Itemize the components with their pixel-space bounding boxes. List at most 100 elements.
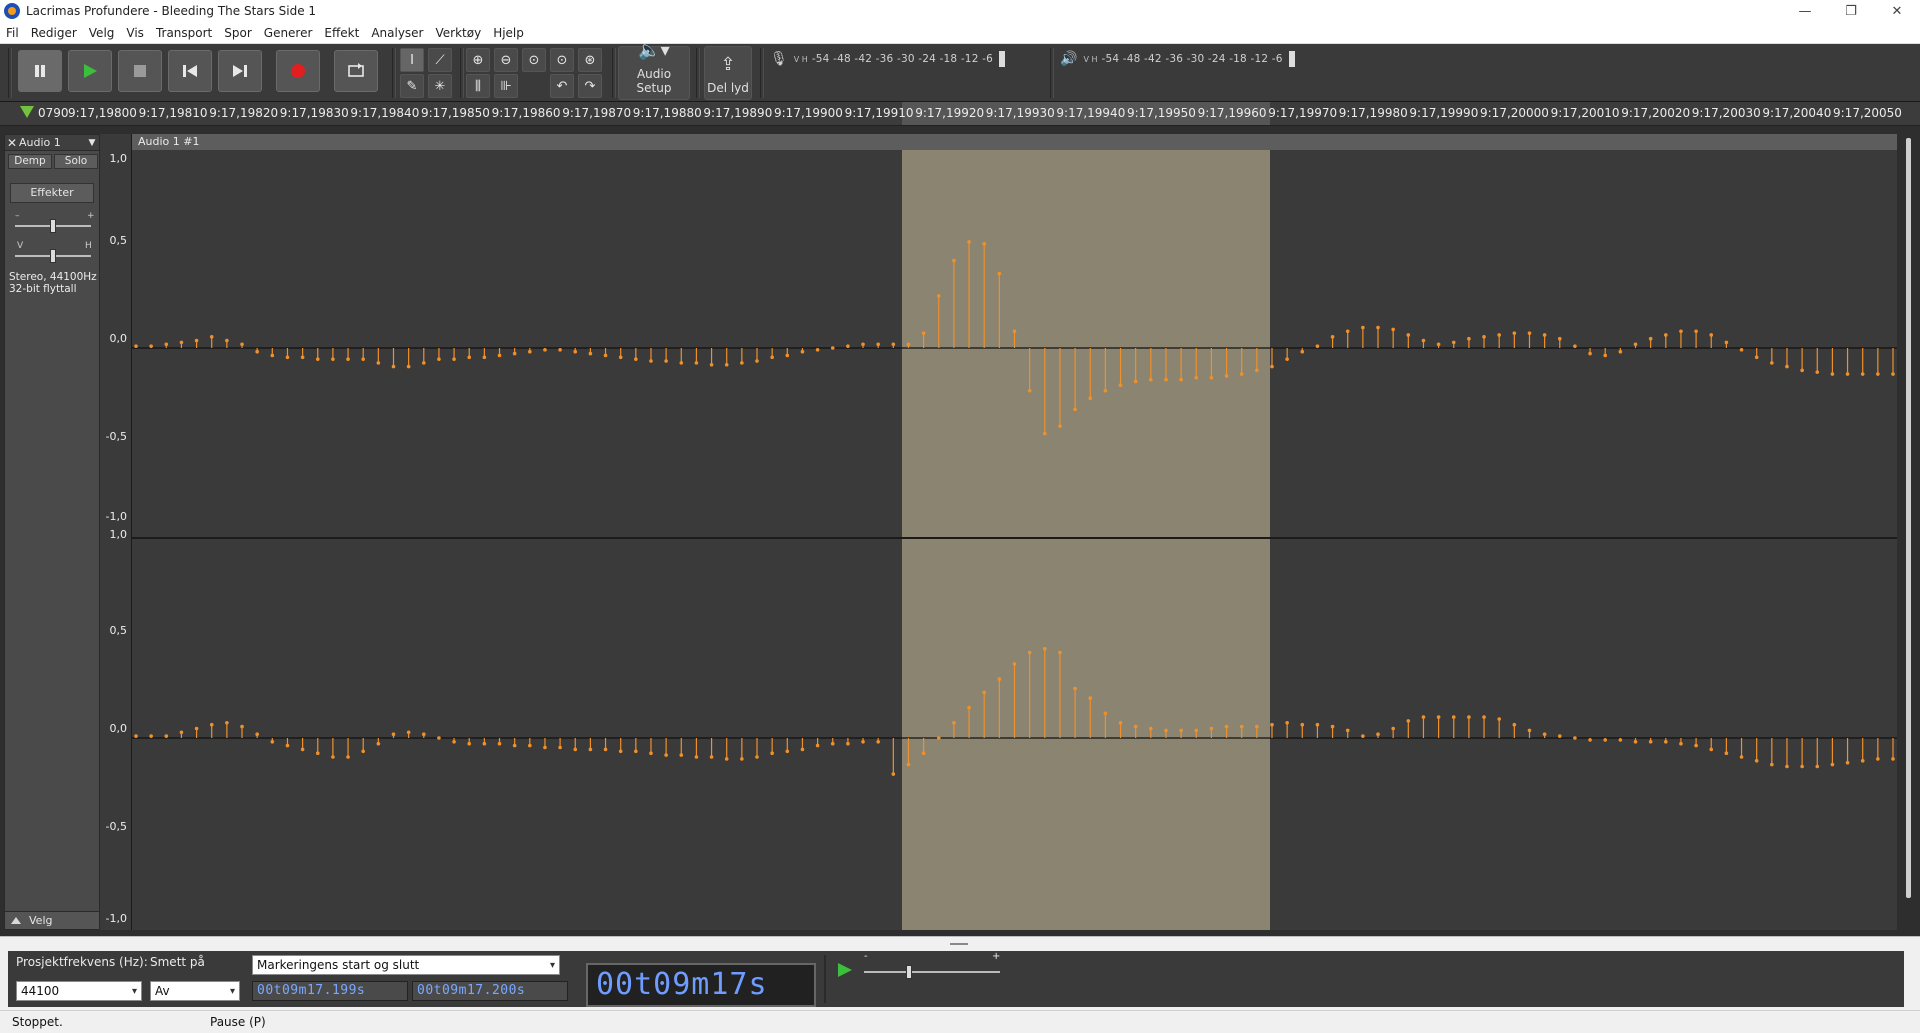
sample-point[interactable] [1300, 349, 1305, 354]
sample-point[interactable] [149, 344, 153, 348]
sample-point[interactable] [543, 348, 547, 352]
sample-point[interactable] [1042, 431, 1047, 436]
solo-button[interactable]: Solo [54, 154, 98, 169]
sample-point[interactable] [331, 357, 335, 361]
fit-project-button[interactable]: ⊙ [550, 48, 574, 72]
sample-point[interactable] [558, 745, 562, 750]
sample-point[interactable] [1664, 333, 1668, 337]
sample-point[interactable] [740, 361, 744, 365]
sample-point[interactable] [1133, 379, 1138, 384]
playback-meter[interactable]: 🔊 V H -54 -48 -42 -36 -30 -24 -18 -12 -6 [1060, 48, 1295, 70]
sample-point[interactable] [1164, 728, 1168, 733]
sample-point[interactable] [1012, 329, 1017, 334]
sample-point[interactable] [952, 258, 956, 263]
sample-point[interactable] [149, 734, 153, 738]
fit-selection-button[interactable]: ⊙ [522, 48, 546, 72]
sample-point[interactable] [1103, 711, 1108, 716]
sample-point[interactable] [1770, 361, 1774, 365]
sample-point[interactable] [846, 344, 850, 348]
sample-point[interactable] [194, 726, 199, 731]
sample-point[interactable] [1088, 396, 1093, 401]
playback-speed-slider[interactable] [864, 965, 1000, 979]
clip-name-bar[interactable]: Audio 1 #1 [132, 134, 1897, 150]
sample-point[interactable] [1179, 377, 1183, 382]
zoom-in-button[interactable]: ⊕ [466, 48, 490, 72]
maximize-button[interactable]: ❐ [1828, 0, 1874, 22]
sample-point[interactable] [467, 355, 472, 360]
sample-point[interactable] [270, 353, 275, 358]
sample-point[interactable] [1224, 374, 1229, 378]
sample-point[interactable] [997, 271, 1002, 276]
sample-point[interactable] [528, 349, 532, 354]
sample-point[interactable] [906, 762, 911, 767]
sample-point[interactable] [694, 755, 699, 759]
sample-point[interactable] [421, 732, 426, 736]
skip-to-start-button[interactable] [168, 50, 212, 92]
sample-point[interactable] [588, 351, 593, 356]
sample-point[interactable] [361, 357, 365, 361]
sample-point[interactable] [1557, 734, 1562, 738]
record-button[interactable] [276, 50, 320, 92]
envelope-tool[interactable]: ⟋ [428, 48, 452, 72]
sample-point[interactable] [936, 294, 941, 298]
sample-point[interactable] [861, 342, 865, 347]
sample-point[interactable] [1073, 686, 1077, 691]
sample-point[interactable] [1315, 722, 1320, 727]
sample-point[interactable] [1709, 747, 1714, 752]
stop-button[interactable] [118, 50, 162, 92]
sample-point[interactable] [1648, 336, 1653, 341]
sample-point[interactable] [361, 749, 365, 754]
selection-tool[interactable]: I [400, 48, 424, 72]
pan-slider[interactable] [15, 249, 91, 263]
vertical-scrollbar[interactable] [1902, 134, 1916, 930]
sample-point[interactable] [679, 753, 684, 757]
track-name[interactable]: Audio 1 [19, 136, 85, 149]
sample-point[interactable] [1255, 724, 1259, 729]
sample-point[interactable] [634, 749, 638, 754]
sample-point[interactable] [164, 342, 169, 347]
sample-point[interactable] [1315, 344, 1320, 348]
sample-point[interactable] [179, 340, 184, 345]
sample-point[interactable] [982, 242, 987, 246]
sample-point[interactable] [603, 747, 608, 752]
sample-point[interactable] [1073, 407, 1077, 412]
sample-point[interactable] [936, 736, 941, 740]
sample-point[interactable] [497, 741, 502, 746]
menu-generate[interactable]: Generer [258, 22, 319, 44]
sample-point[interactable] [1406, 719, 1411, 723]
sample-point[interactable] [1391, 327, 1395, 332]
sample-point[interactable] [1785, 764, 1789, 769]
sample-point[interactable] [1376, 325, 1380, 330]
sample-point[interactable] [391, 732, 396, 736]
silence-button[interactable]: ⊪ [494, 74, 518, 98]
menu-effect[interactable]: Effekt [318, 22, 365, 44]
sample-point[interactable] [1436, 715, 1441, 719]
sample-point[interactable] [1088, 696, 1093, 700]
sample-point[interactable] [300, 747, 305, 752]
menu-tracks[interactable]: Spor [218, 22, 258, 44]
toolbar-grip[interactable] [8, 48, 12, 98]
audio-setup-button[interactable]: 🔈▾ Audio Setup [618, 40, 690, 100]
sample-point[interactable] [1179, 728, 1183, 733]
sample-point[interactable] [1527, 331, 1532, 335]
sample-point[interactable] [664, 753, 668, 757]
sample-point[interactable] [1361, 325, 1365, 330]
sample-point[interactable] [1103, 388, 1108, 393]
sample-point[interactable] [1118, 721, 1123, 725]
sample-point[interactable] [1845, 372, 1850, 376]
sample-point[interactable] [315, 357, 320, 361]
sample-point[interactable] [634, 357, 638, 361]
selection-start-time[interactable]: 00t09m17.199s [252, 981, 408, 1001]
sample-point[interactable] [785, 749, 790, 754]
resize-grip-icon[interactable] [950, 943, 968, 945]
pan-slider-thumb[interactable] [50, 249, 56, 263]
sample-point[interactable] [1542, 333, 1547, 337]
playback-speed-thumb[interactable] [906, 965, 912, 979]
sample-point[interactable] [346, 755, 350, 759]
sample-point[interactable] [755, 359, 759, 363]
sample-point[interactable] [709, 755, 714, 759]
sample-point[interactable] [1376, 732, 1380, 736]
sample-point[interactable] [1421, 715, 1426, 719]
undo-button[interactable]: ↶ [550, 74, 574, 98]
sample-point[interactable] [1830, 762, 1835, 767]
